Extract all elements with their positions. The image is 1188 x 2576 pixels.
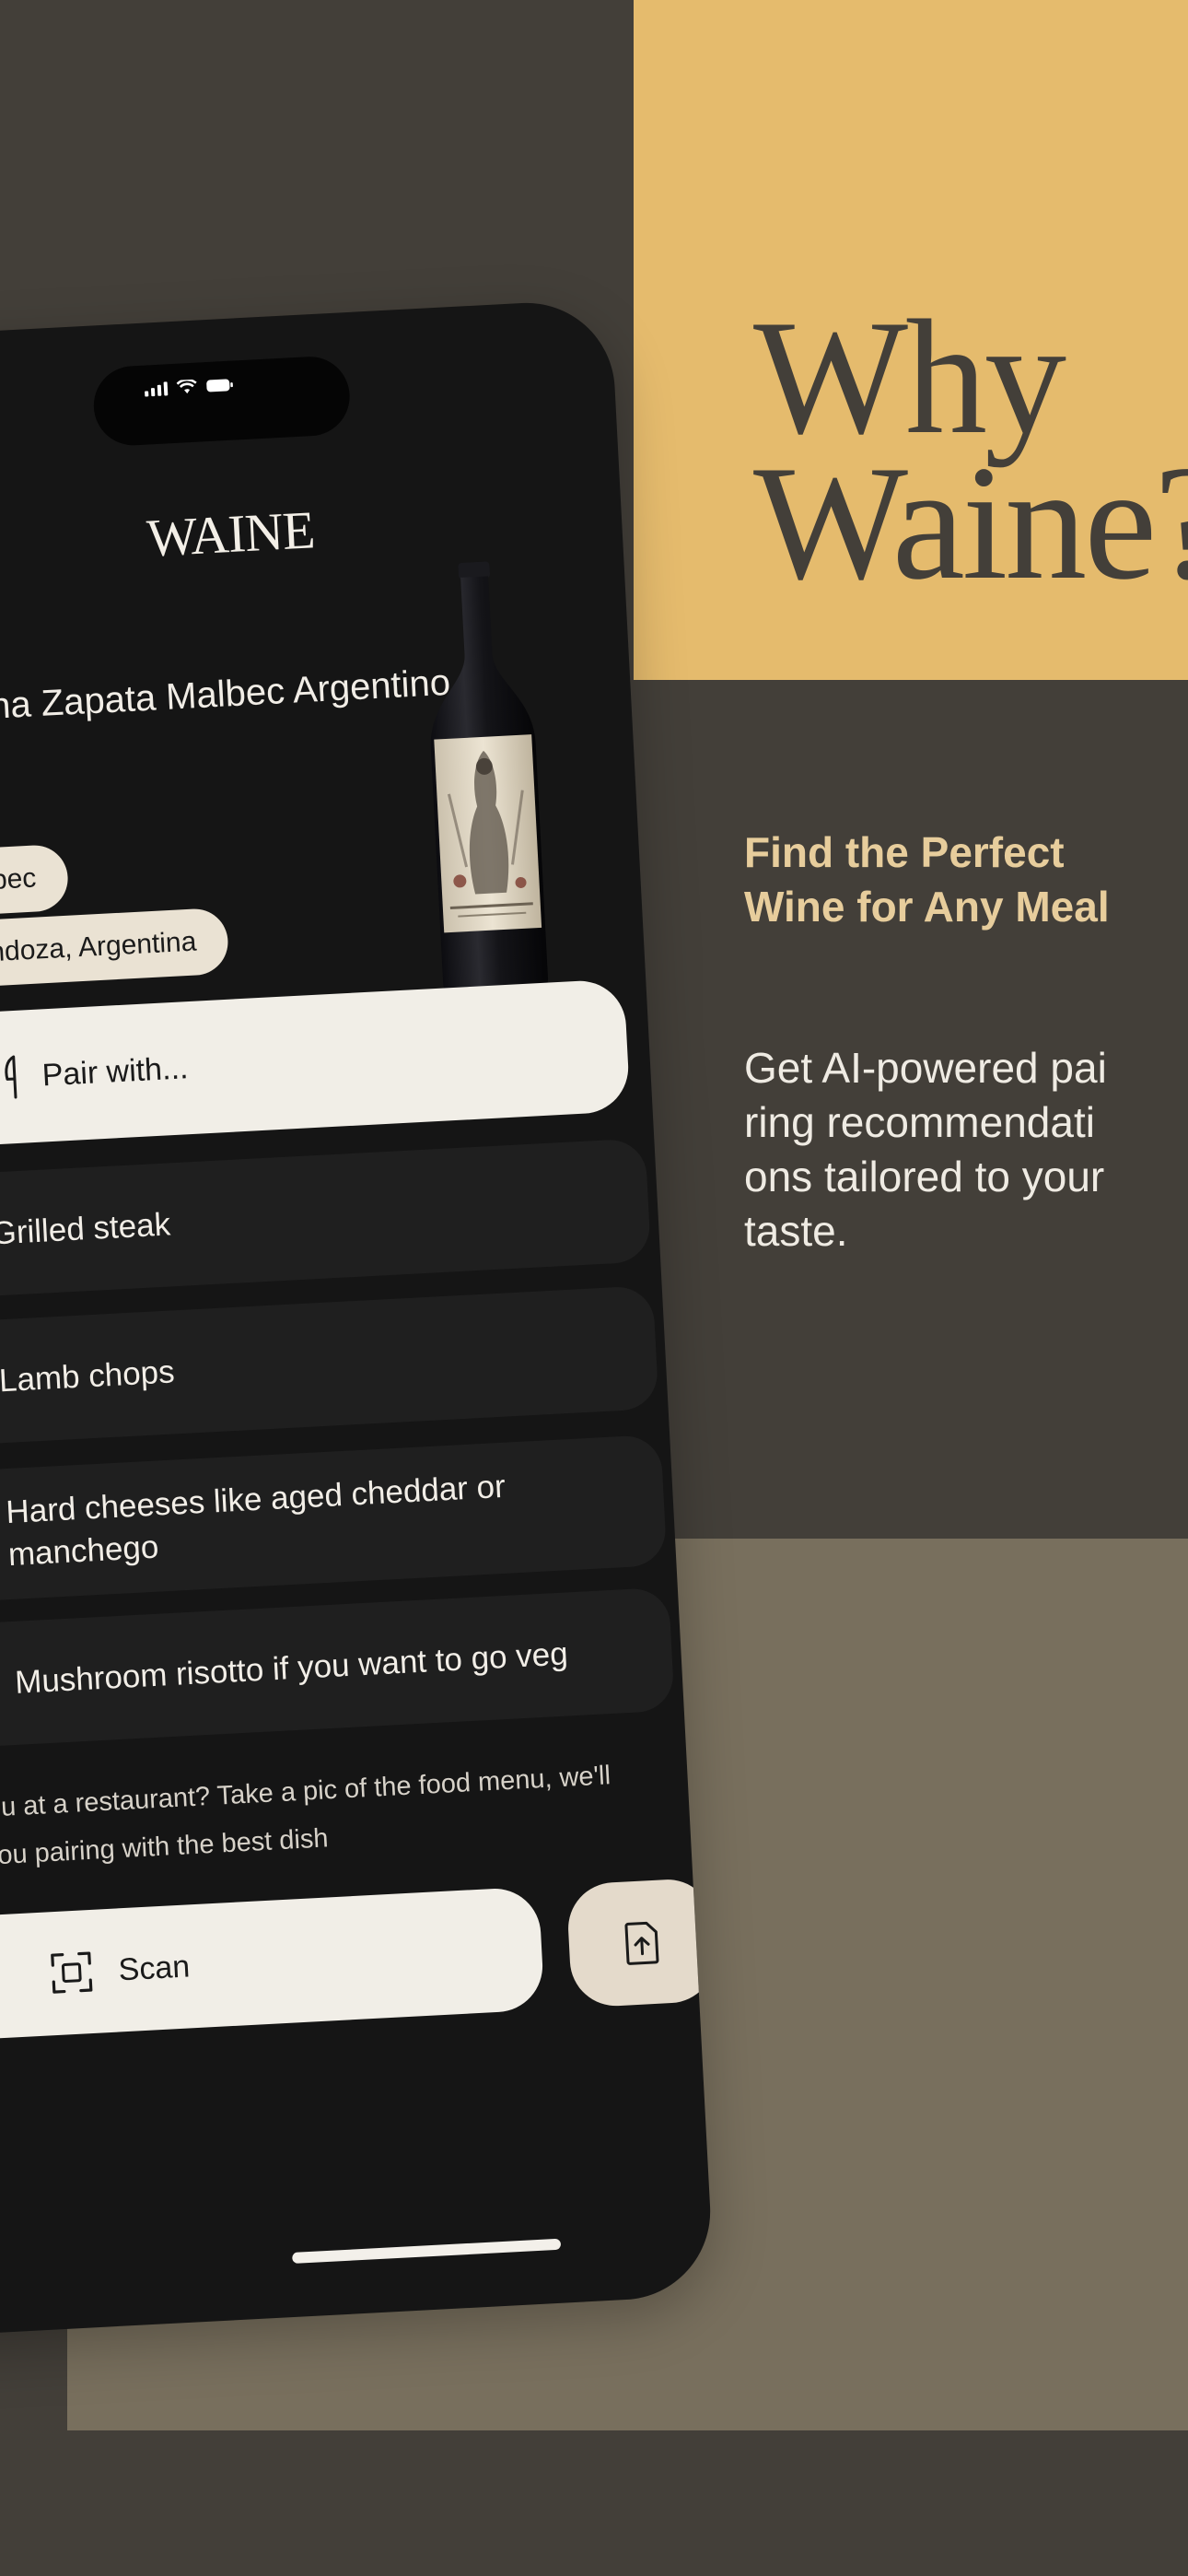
pairing-suggestion[interactable]: Hard cheeses like aged cheddar or manche… <box>0 1434 668 1605</box>
promo-canvas: Why Waine? Find the Perfect Wine for Any… <box>0 0 1188 2576</box>
wine-bottle-image <box>430 561 549 997</box>
promo-headline: Why Waine? <box>753 286 1188 614</box>
restaurant-hint: Are you at a restaurant? Take a pic of t… <box>0 1761 611 1874</box>
suggestion-label: Grilled steak <box>0 1206 171 1252</box>
pair-with-label: Pair with... <box>41 1049 190 1093</box>
region-tag: Mendoza, Argentina <box>0 907 230 991</box>
upload-file-button[interactable] <box>565 1877 716 2008</box>
suggestion-label: Lamb chops <box>0 1353 176 1399</box>
cell-signal-icon <box>145 381 169 397</box>
wifi-icon <box>176 379 197 395</box>
scan-button[interactable]: Scan <box>0 1886 545 2042</box>
suggestion-label: Mushroom risotto if you want to go veg <box>14 1635 569 1701</box>
battery-icon <box>205 378 234 394</box>
file-upload-icon <box>624 1921 659 1965</box>
pairing-suggestion[interactable]: Lamb chops <box>0 1285 659 1448</box>
grape-tag: Malbec <box>0 843 70 919</box>
feature-description: Get AI-powered pairing recommendations t… <box>744 1044 1107 1255</box>
dynamic-island <box>91 355 352 448</box>
feature-title: Find the Perfect Wine for Any Meal <box>744 828 1110 931</box>
suggestion-label: Hard cheeses like aged cheddar or manche… <box>5 1468 507 1574</box>
pairing-suggestion[interactable]: Mushroom risotto if you want to go veg <box>0 1587 675 1750</box>
app-logo: WAINE <box>145 499 316 568</box>
scan-label: Scan <box>117 1948 192 1987</box>
fork-knife-icon <box>5 1055 17 1099</box>
phone-mockup: WAINE Catena Zapata Malbec Argentino 202… <box>0 299 716 2346</box>
wine-name: Catena Zapata Malbec Argentino 2022 <box>0 662 452 732</box>
pair-with-card[interactable]: Pair with... <box>0 978 631 1150</box>
pairing-suggestion[interactable]: Grilled steak <box>0 1138 652 1301</box>
scan-frame-icon <box>51 1951 93 1994</box>
phone-screen: WAINE Catena Zapata Malbec Argentino 202… <box>0 299 716 2346</box>
home-indicator <box>292 2238 562 2264</box>
